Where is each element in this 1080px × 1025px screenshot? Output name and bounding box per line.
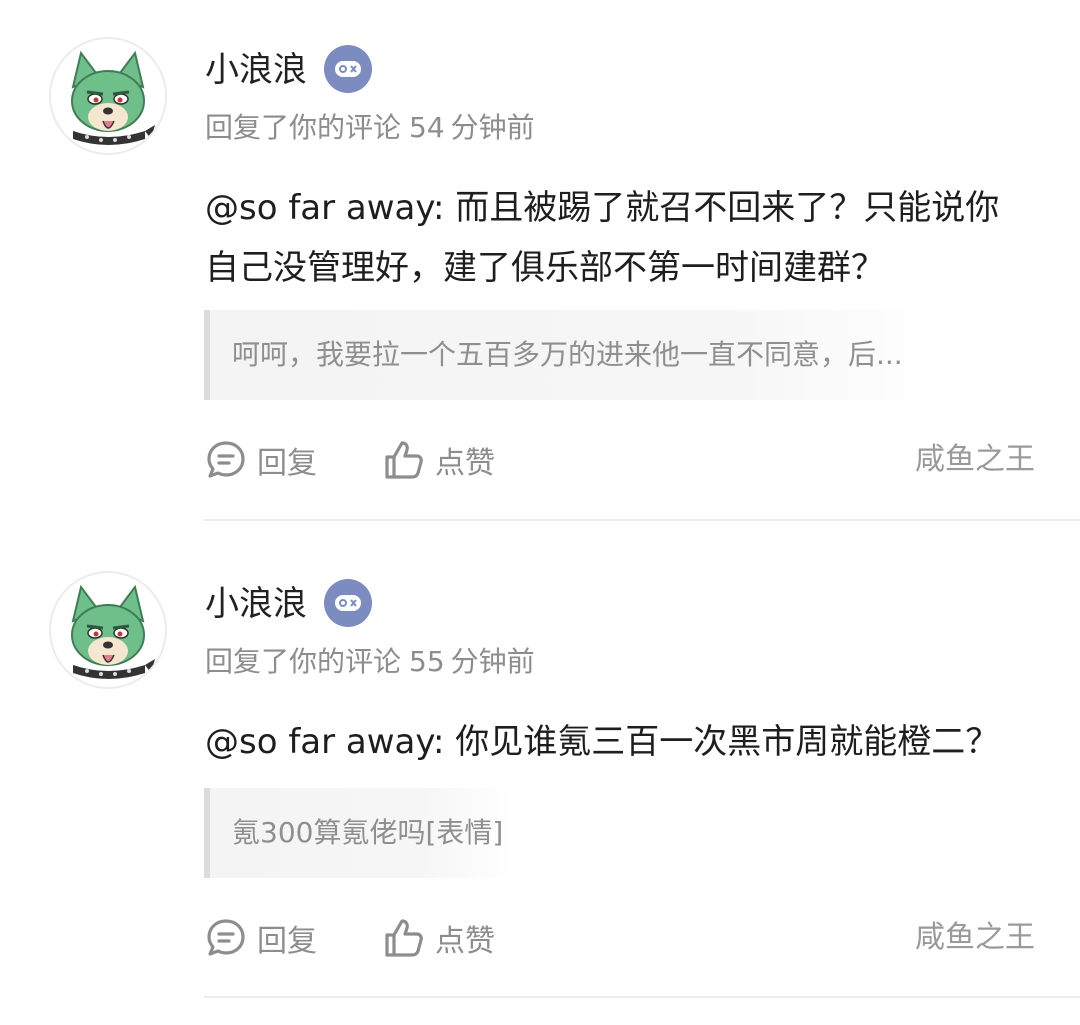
thumbs-up-icon <box>385 441 423 479</box>
comment-body-line: 自己没管理好，建了俱乐部不第一时间建群？ <box>205 248 885 288</box>
comment-meta: 回复了你的评论 54 分钟前 <box>205 108 535 148</box>
meta-time-unit: 分钟前 <box>450 645 535 678</box>
comment-body-line: @so far away: 你见谁氪三百一次黑市周就能橙二？ <box>205 722 1000 762</box>
username[interactable]: 小浪浪 <box>205 580 307 628</box>
dog-avatar-icon <box>71 584 155 679</box>
game-tag[interactable]: 咸鱼之王 <box>915 436 1035 484</box>
meta-prefix: 回复了你的评论 <box>205 645 402 678</box>
username[interactable]: 小浪浪 <box>205 46 307 94</box>
dog-avatar-icon <box>71 50 155 145</box>
comment-bubble-icon <box>207 441 245 478</box>
comment-body: @so far away: 而且被踢了就召不回来了？只能说你 自己没管理好，建了… <box>205 178 1045 298</box>
meta-time-value: 55 <box>409 645 445 678</box>
gamepad-icon <box>324 45 372 93</box>
quoted-comment[interactable]: 氪300算氪佬吗[表情] <box>204 788 514 878</box>
thumbs-up-icon <box>385 919 423 957</box>
comment-meta: 回复了你的评论 55 分钟前 <box>205 642 535 682</box>
game-tag[interactable]: 咸鱼之王 <box>915 914 1035 962</box>
like-label: 点赞 <box>435 924 495 959</box>
like-button[interactable]: 点赞 <box>383 914 495 962</box>
reply-label: 回复 <box>257 446 317 481</box>
comment-actions: 回复 点赞 咸鱼之王 <box>205 436 1035 484</box>
divider <box>204 996 1080 998</box>
comment-actions: 回复 点赞 咸鱼之王 <box>205 914 1035 962</box>
gamepad-icon <box>324 579 372 627</box>
meta-prefix: 回复了你的评论 <box>205 111 402 144</box>
like-button[interactable]: 点赞 <box>383 436 495 484</box>
reply-button[interactable]: 回复 <box>205 436 317 484</box>
comment-body: @so far away: 你见谁氪三百一次黑市周就能橙二？ <box>205 712 1045 772</box>
avatar[interactable] <box>49 37 167 155</box>
like-label: 点赞 <box>435 446 495 481</box>
reply-label: 回复 <box>257 924 317 959</box>
avatar[interactable] <box>49 571 167 689</box>
meta-time-unit: 分钟前 <box>450 111 535 144</box>
divider <box>204 519 1080 521</box>
meta-time-value: 54 <box>409 111 445 144</box>
reply-button[interactable]: 回复 <box>205 914 317 962</box>
comment-bubble-icon <box>207 919 245 956</box>
quoted-comment[interactable]: 呵呵，我要拉一个五百多万的进来他一直不同意，后... <box>204 310 940 400</box>
comment-body-line: @so far away: 而且被踢了就召不回来了？只能说你 <box>205 188 1000 228</box>
